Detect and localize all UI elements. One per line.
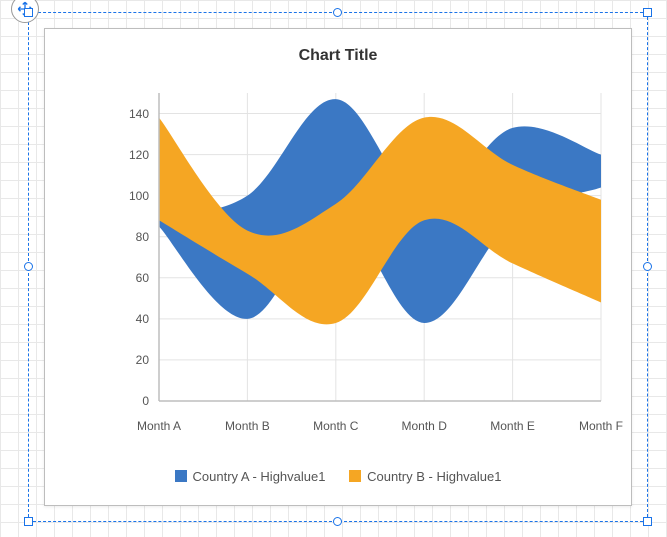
chart-title[interactable]: Chart Title	[45, 29, 631, 65]
chart-object[interactable]: Chart Title 0 20 40 60 80 100 120 140 Month A Mo…	[44, 28, 632, 506]
resize-handle-top-mid[interactable]	[333, 8, 342, 17]
resize-handle-mid-right[interactable]	[643, 262, 652, 271]
resize-handle-bottom-left[interactable]	[24, 517, 33, 526]
x-tick-label: Month B	[225, 419, 270, 433]
x-tick-label: Month A	[137, 419, 181, 433]
y-tick-label: 100	[129, 189, 149, 203]
y-tick-label: 120	[129, 148, 149, 162]
x-axis-ticks: Month AMonth BMonth CMonth DMonth EMonth…	[115, 419, 609, 439]
y-tick-label: 60	[136, 271, 149, 285]
chart-canvas	[115, 87, 609, 413]
resize-handle-bottom-mid[interactable]	[333, 517, 342, 526]
y-tick-label: 0	[142, 394, 149, 408]
y-tick-label: 40	[136, 312, 149, 326]
resize-handle-top-left[interactable]	[24, 8, 33, 17]
legend[interactable]: Country A - Highvalue1 Country B - Highv…	[45, 469, 631, 486]
x-tick-label: Month E	[490, 419, 535, 433]
y-axis-ticks: 0 20 40 60 80 100 120 140	[115, 87, 155, 413]
y-tick-label: 20	[136, 353, 149, 367]
y-tick-label: 80	[136, 230, 149, 244]
x-tick-label: Month C	[313, 419, 358, 433]
swatch-orange	[349, 470, 361, 482]
swatch-blue	[175, 470, 187, 482]
resize-handle-top-right[interactable]	[643, 8, 652, 17]
resize-handle-bottom-right[interactable]	[643, 517, 652, 526]
legend-item-series-a[interactable]: Country A - Highvalue1	[175, 469, 326, 484]
legend-label: Country A - Highvalue1	[193, 469, 326, 484]
x-tick-label: Month D	[402, 419, 447, 433]
legend-label: Country B - Highvalue1	[367, 469, 501, 484]
plot-area[interactable]: 020406080100120140 Month AMonth BMonth C…	[115, 87, 609, 413]
x-tick-label: Month F	[579, 419, 623, 433]
legend-item-series-b[interactable]: Country B - Highvalue1	[349, 469, 501, 484]
y-tick-label: 140	[129, 107, 149, 121]
resize-handle-mid-left[interactable]	[24, 262, 33, 271]
